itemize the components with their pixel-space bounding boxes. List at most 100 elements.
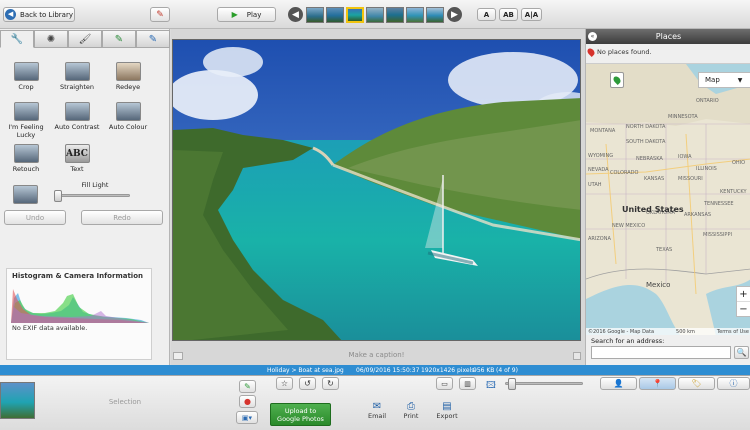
tags-button[interactable]: 🏷 (678, 377, 715, 390)
print-label: Print (403, 412, 419, 420)
view-compare-button[interactable]: AB (499, 8, 518, 21)
undo-button[interactable]: Undo (4, 210, 66, 225)
map-view[interactable]: Map ▼ ONTARIO NORTH DAKOTA MONTANA SOUTH… (586, 63, 750, 335)
edit-in-button[interactable]: ✎ (150, 7, 170, 22)
auto-colour-tool[interactable]: Auto Colour (102, 102, 154, 131)
view-side-label: A|A (524, 10, 539, 19)
export-button[interactable]: ▤ Export (430, 401, 464, 420)
places-header: Places (586, 29, 750, 44)
places-button[interactable]: 📍 (639, 377, 676, 390)
map-type-dropdown[interactable]: Map ▼ (698, 72, 750, 88)
export-folder-icon: ▤ (442, 401, 452, 412)
retouch-tool[interactable]: Retouch (0, 144, 52, 173)
filmstrip-thumb-3[interactable] (346, 7, 364, 23)
chevron-down-icon: ▼ (737, 76, 743, 84)
view-single-button[interactable]: A (477, 8, 496, 21)
next-photo-icon[interactable]: ▶ (447, 7, 462, 22)
retouch-thumbnail-icon (13, 144, 39, 163)
email-button[interactable]: ✉ Email (360, 401, 394, 420)
tab-tuning[interactable]: ✺ (34, 30, 68, 48)
status-index: (4 of 9) (496, 366, 518, 374)
status-datetime: 06/09/2016 15:50:37 (356, 366, 420, 374)
previous-photo-icon[interactable]: ◀ (288, 7, 303, 22)
play-slideshow-button[interactable]: ▶ Play (217, 7, 276, 22)
map-image (586, 64, 750, 335)
zoom-in-button[interactable]: + (737, 287, 750, 302)
filmstrip-thumb-1[interactable] (306, 7, 324, 23)
zoom-out-button[interactable]: − (737, 302, 750, 317)
map-scale: 500 km (676, 329, 695, 335)
pen-blue-icon: ✎ (148, 33, 158, 45)
hold-button[interactable]: ✎ (239, 380, 256, 393)
zoom-slider[interactable] (505, 382, 583, 385)
map-copyright: ©2016 Google - Map Data (588, 329, 655, 335)
fill-light-thumbnail-icon (13, 185, 38, 204)
people-button[interactable]: 👤 (600, 377, 637, 390)
add-to-album-button[interactable]: ▣▾ (236, 411, 258, 424)
top-toolbar: ◀ Back to Library ✎ ▶ Play ◀ ▶ A AB A|A (0, 0, 750, 29)
auto-contrast-tool[interactable]: Auto Contrast (51, 102, 103, 131)
tab-effects-3[interactable]: ✎ (136, 30, 170, 48)
feeling-lucky-tool[interactable]: I'm Feeling Lucky (0, 102, 52, 139)
filmstrip-view-button[interactable]: ▥ (459, 377, 476, 390)
star-button[interactable]: ☆ (276, 377, 293, 390)
resize-corner-icon[interactable] (573, 352, 581, 360)
status-bar: Holiday > Boat at sea.jpg 06/09/2016 15:… (0, 365, 750, 375)
filmstrip-thumb-2[interactable] (326, 7, 344, 23)
rotate-left-button[interactable]: ↺ (299, 377, 316, 390)
star-icon: ☆ (280, 379, 289, 388)
drop-pin-button[interactable] (610, 72, 624, 88)
envelope-icon: ✉ (372, 401, 382, 412)
address-search-input[interactable] (591, 346, 731, 359)
straighten-tool[interactable]: Straighten (51, 62, 103, 91)
tab-effects-2[interactable]: ✎ (102, 30, 136, 48)
sun-icon: ✺ (46, 33, 56, 45)
map-terms-link[interactable]: Terms of Use (717, 329, 749, 335)
rotate-right-button[interactable]: ↻ (322, 377, 339, 390)
map-label-nevada: NEVADA (588, 167, 609, 173)
tag-icon: 🏷 (691, 379, 702, 388)
wrench-icon: 🔧 (10, 33, 24, 45)
status-path: Holiday > Boat at sea.jpg (267, 366, 344, 374)
address-search-button[interactable]: 🔍 (734, 346, 749, 359)
caption-toggle-icon[interactable] (173, 352, 183, 360)
play-label: Play (246, 10, 262, 19)
crop-tool[interactable]: Crop (0, 62, 52, 91)
search-address-label: Search for an address: (591, 337, 665, 345)
info-button[interactable]: ⓘ (717, 377, 750, 390)
map-label-south-dakota: SOUTH DAKOTA (626, 139, 666, 145)
photo-canvas[interactable] (172, 39, 581, 341)
redeye-label: Redeye (115, 83, 141, 91)
back-label: Back to Library (20, 10, 73, 19)
caption-field[interactable]: Make a caption! (172, 351, 581, 359)
tab-basic-fixes[interactable]: 🔧 (0, 30, 34, 48)
filmstrip-thumb-7[interactable] (426, 7, 444, 23)
filmstrip-thumb-5[interactable] (386, 7, 404, 23)
straighten-label: Straighten (59, 83, 95, 91)
collapse-panel-icon[interactable]: « (588, 32, 597, 41)
redeye-tool[interactable]: Redeye (102, 62, 154, 91)
text-tool[interactable]: ABC Text (51, 144, 103, 173)
crop-thumbnail-icon (13, 62, 39, 81)
fit-view-button[interactable]: ▭ (436, 377, 453, 390)
fill-light-slider[interactable] (58, 194, 130, 197)
red-circle-icon: ● (244, 397, 251, 406)
map-label-ontario: ONTARIO (696, 98, 719, 104)
clear-button[interactable]: ● (239, 395, 256, 408)
upload-to-google-photos-button[interactable]: Upload to Google Photos (270, 403, 331, 426)
back-to-library-button[interactable]: ◀ Back to Library (3, 7, 75, 22)
tab-effects-1[interactable]: 🖌 (68, 30, 102, 48)
no-places-text: No places found. (597, 48, 652, 56)
redo-button[interactable]: Redo (81, 210, 163, 225)
map-label-ohio: OHIO (732, 160, 746, 166)
zoom-slider-handle[interactable] (508, 378, 516, 390)
map-label-missouri: MISSOURI (678, 176, 703, 182)
auto-colour-label: Auto Colour (108, 123, 148, 131)
selection-tray-thumbnail[interactable] (0, 382, 35, 419)
filmstrip-thumb-6[interactable] (406, 7, 424, 23)
print-button[interactable]: ⎙ Print (394, 401, 428, 420)
view-side-by-side-button[interactable]: A|A (521, 8, 542, 21)
fill-light-slider-handle[interactable] (54, 190, 62, 202)
filmstrip-thumb-4[interactable] (366, 7, 384, 23)
retouch-label: Retouch (12, 165, 40, 173)
